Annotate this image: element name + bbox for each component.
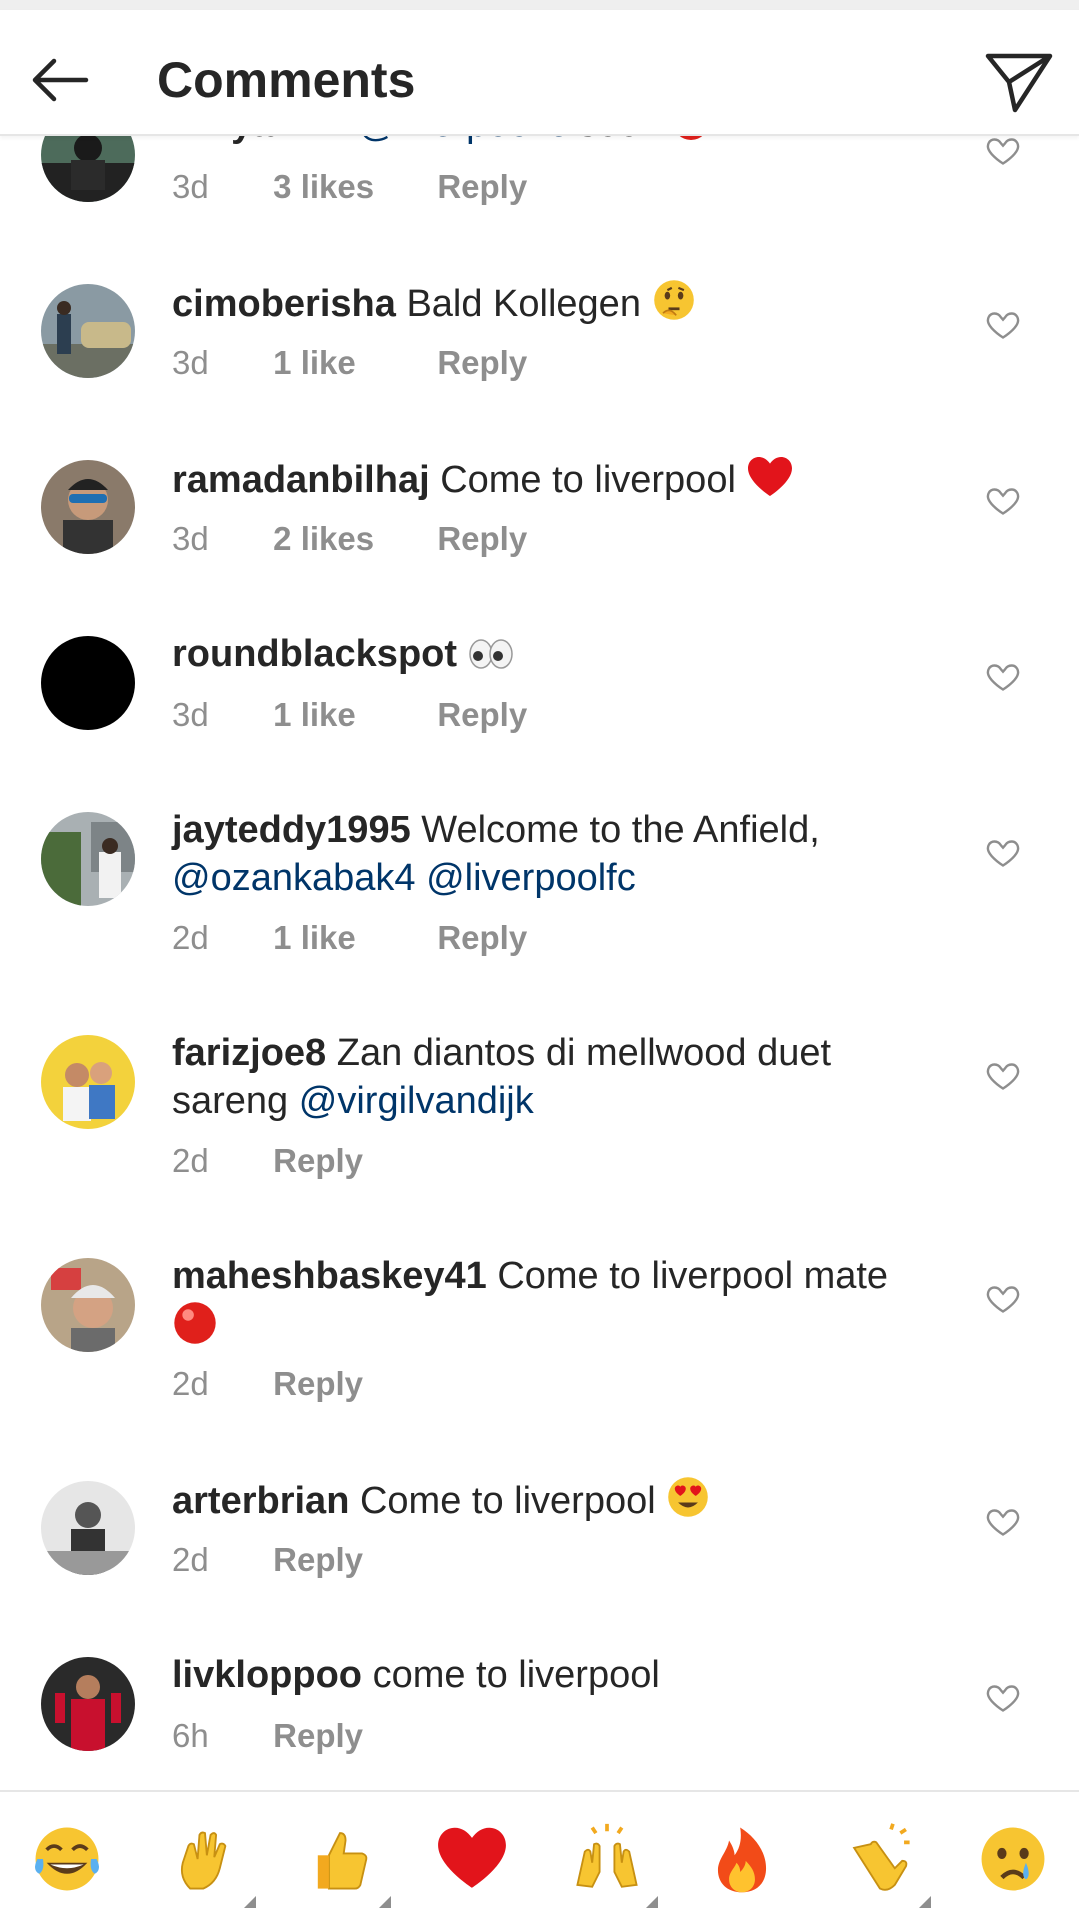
tears-of-joy-icon[interactable]: [30, 1822, 104, 1896]
mention-link[interactable]: @liverpoolfc: [426, 857, 636, 899]
comment-age: 3d: [172, 696, 209, 733]
comment-likes[interactable]: 3 likes: [273, 165, 428, 209]
mention-link[interactable]: @virgilvandijk: [299, 1080, 534, 1122]
back-arrow-icon[interactable]: [24, 44, 96, 116]
comment-age: 3d: [172, 168, 209, 205]
reply-button[interactable]: Reply: [437, 165, 527, 209]
reply-button[interactable]: Reply: [437, 517, 527, 561]
eyes-emoji-icon: [468, 636, 514, 684]
comment-likes[interactable]: 1 like: [273, 916, 428, 960]
mention-link[interactable]: @ozankabak4: [172, 857, 416, 899]
raising-hands-icon[interactable]: [570, 1822, 658, 1908]
red-heart-emoji-icon: [746, 454, 794, 510]
comment-text: Come to liverpool: [440, 459, 736, 501]
comment-text: Bald Kollegen: [406, 283, 641, 325]
quick-reaction-bar: [0, 1790, 1079, 1920]
clapping-hands-icon[interactable]: [843, 1822, 931, 1908]
avatar[interactable]: [41, 1035, 135, 1129]
header-bar: Comments: [0, 10, 1079, 136]
reply-button[interactable]: Reply: [437, 693, 527, 737]
crying-face-icon[interactable]: [976, 1822, 1050, 1896]
comments-list[interactable]: miryam11 @liverpoolfc soon 3d 3 likes Re…: [0, 0, 1079, 1790]
comment-text: Welcome to the Anfield,: [421, 809, 820, 851]
comment-username[interactable]: livkloppoo: [172, 1654, 362, 1696]
avatar[interactable]: [41, 460, 135, 554]
comment-text: Come to liverpool mate: [497, 1255, 889, 1297]
like-heart-icon[interactable]: [985, 1057, 1021, 1093]
comment-age: 3d: [172, 344, 209, 381]
thumbs-up-icon[interactable]: [303, 1822, 391, 1908]
avatar[interactable]: [41, 1258, 135, 1352]
like-heart-icon[interactable]: [985, 1280, 1021, 1316]
red-circle-emoji-icon: [172, 1300, 218, 1358]
comment-age: 3d: [172, 520, 209, 557]
comment-likes[interactable]: 1 like: [273, 341, 428, 385]
comment-likes[interactable]: 1 like: [273, 693, 428, 737]
reply-button[interactable]: Reply: [273, 1139, 363, 1183]
like-heart-icon[interactable]: [985, 1503, 1021, 1539]
reply-button[interactable]: Reply: [273, 1538, 363, 1582]
comment-username[interactable]: farizjoe8: [172, 1032, 326, 1074]
comment-likes[interactable]: 2 likes: [273, 517, 428, 561]
avatar[interactable]: [41, 636, 135, 730]
reply-button[interactable]: Reply: [437, 916, 527, 960]
comment-age: 6h: [172, 1717, 209, 1754]
comment-text: come to liverpool: [372, 1654, 660, 1696]
comment-text: Come to liverpool: [359, 1480, 656, 1522]
direct-send-icon[interactable]: [980, 42, 1056, 118]
heart-eyes-emoji-icon: [666, 1475, 710, 1531]
like-heart-icon[interactable]: [985, 834, 1021, 870]
like-heart-icon[interactable]: [985, 658, 1021, 694]
waving-hand-icon[interactable]: [168, 1822, 256, 1908]
comment-username[interactable]: maheshbaskey41: [172, 1255, 487, 1297]
red-heart-icon[interactable]: [435, 1822, 509, 1896]
like-heart-icon[interactable]: [985, 132, 1021, 168]
reply-button[interactable]: Reply: [273, 1362, 363, 1406]
avatar[interactable]: [41, 284, 135, 378]
comment-age: 2d: [172, 1142, 209, 1179]
comment-age: 2d: [172, 1365, 209, 1402]
comment-username[interactable]: ramadanbilhaj: [172, 459, 430, 501]
page-title: Comments: [157, 52, 416, 108]
comment-age: 2d: [172, 1541, 209, 1578]
reply-button[interactable]: Reply: [273, 1714, 363, 1758]
fire-icon[interactable]: [705, 1822, 779, 1896]
comment-username[interactable]: cimoberisha: [172, 283, 396, 325]
like-heart-icon[interactable]: [985, 306, 1021, 342]
comment-username[interactable]: arterbrian: [172, 1480, 349, 1522]
avatar[interactable]: [41, 812, 135, 906]
like-heart-icon[interactable]: [985, 482, 1021, 518]
reply-button[interactable]: Reply: [437, 341, 527, 385]
like-heart-icon[interactable]: [985, 1679, 1021, 1715]
thinking-face-emoji-icon: [652, 278, 696, 334]
comment-age: 2d: [172, 919, 209, 956]
avatar[interactable]: [41, 1481, 135, 1575]
avatar[interactable]: [41, 1657, 135, 1751]
comment-username[interactable]: roundblackspot: [172, 633, 457, 675]
comment-username[interactable]: jayteddy1995: [172, 809, 411, 851]
